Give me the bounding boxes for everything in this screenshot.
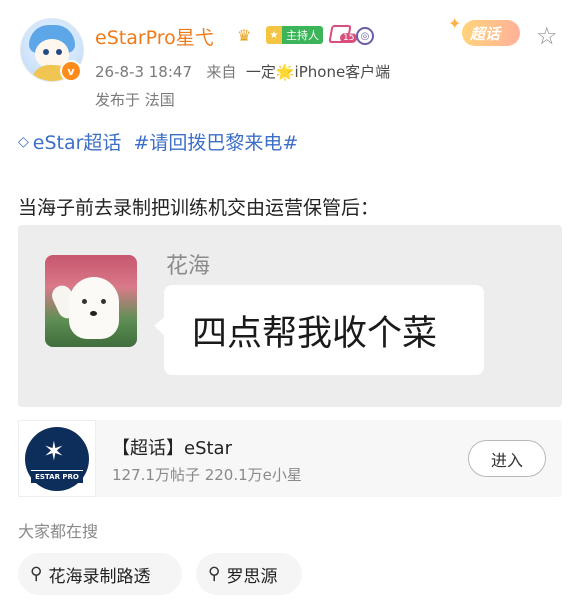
verified-badge-icon: v: [60, 60, 82, 82]
dog-avatar-image: [45, 255, 137, 347]
enter-button[interactable]: 进入: [468, 440, 546, 477]
crown-icon: ♛: [237, 26, 252, 45]
super-topic-tag[interactable]: ✦ 超话: [448, 14, 530, 48]
post-location: 发布于 法国: [95, 91, 175, 109]
chat-bubble: 四点帮我收个菜: [154, 285, 484, 375]
author-name[interactable]: eStarPro星弋: [95, 23, 214, 50]
post-meta: 26-8-3 18:47 来自 一定🌟iPhone客户端: [95, 61, 390, 82]
search-chip[interactable]: ⚲ 罗思源: [196, 553, 302, 595]
post-source[interactable]: 一定🌟iPhone客户端: [246, 63, 390, 81]
star-logo-icon: ✶: [43, 436, 65, 467]
super-topic-card[interactable]: ✶ ESTAR PRO 【超话】eStar 127.1万帖子 220.1万e小星…: [18, 420, 562, 497]
estar-logo: ✶ ESTAR PRO: [18, 420, 96, 497]
topic-line: ◇ eStar超话 #请回拨巴黎来电#: [18, 128, 298, 155]
diamond-icon: ◇: [18, 133, 29, 150]
member-icon: ◎: [356, 27, 374, 45]
search-chip[interactable]: ⚲ 花海录制路透: [18, 553, 182, 595]
chat-sender-name: 花海: [166, 254, 211, 279]
medal-icon: ★: [266, 26, 282, 44]
hashtag-link[interactable]: #请回拨巴黎来电#: [133, 128, 298, 155]
host-badge: ★ 主持人: [266, 26, 323, 44]
super-topic-stats: 127.1万帖子 220.1万e小星: [112, 466, 302, 484]
post-text: 当海子前去录制把训练机交由运营保管后：: [18, 197, 380, 219]
topic-link[interactable]: eStar超话: [33, 128, 122, 155]
super-topic-title: 【超话】eStar: [112, 438, 232, 459]
post-time: 26-8-3 18:47: [95, 63, 192, 81]
level-badge: 15: [328, 25, 358, 45]
star-outline-icon[interactable]: ☆: [536, 24, 558, 48]
magnifier-icon: ⚲: [30, 564, 43, 584]
post-image[interactable]: 花海 四点帮我收个菜: [18, 225, 562, 407]
sparkle-icon: ✦: [448, 14, 462, 33]
source-prefix: 来自: [206, 63, 237, 81]
search-section-title: 大家都在搜: [18, 522, 99, 541]
magnifier-icon: ⚲: [208, 564, 221, 584]
